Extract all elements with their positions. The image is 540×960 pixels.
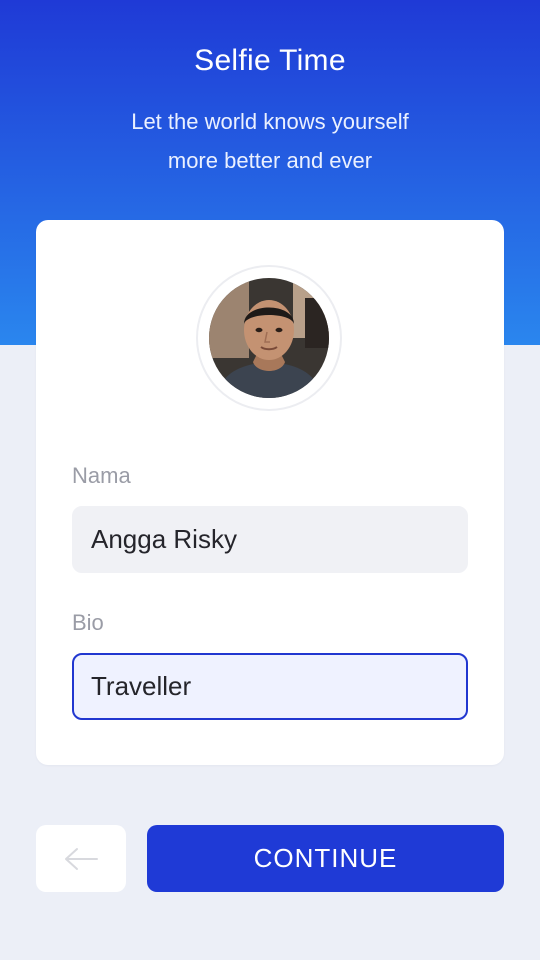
continue-label: CONTINUE <box>253 843 398 873</box>
avatar-frame[interactable] <box>196 265 342 411</box>
back-button[interactable] <box>36 825 126 892</box>
continue-button[interactable]: CONTINUE <box>147 825 504 892</box>
subtitle-line-1: Let the world knows yourself <box>131 109 409 134</box>
subtitle-line-2: more better and ever <box>167 148 373 173</box>
bio-field[interactable] <box>72 653 468 720</box>
name-label: Nama <box>72 463 131 488</box>
avatar[interactable] <box>209 278 329 398</box>
page-title: Selfie Time <box>194 44 346 77</box>
page-subtitle: Let the world knows yourself more better… <box>90 102 450 180</box>
profile-card: Nama Bio <box>36 220 504 765</box>
bio-label: Bio <box>72 610 104 635</box>
avatar-photo <box>209 278 329 398</box>
name-field[interactable] <box>72 506 468 573</box>
arrow-left-icon <box>65 847 98 870</box>
